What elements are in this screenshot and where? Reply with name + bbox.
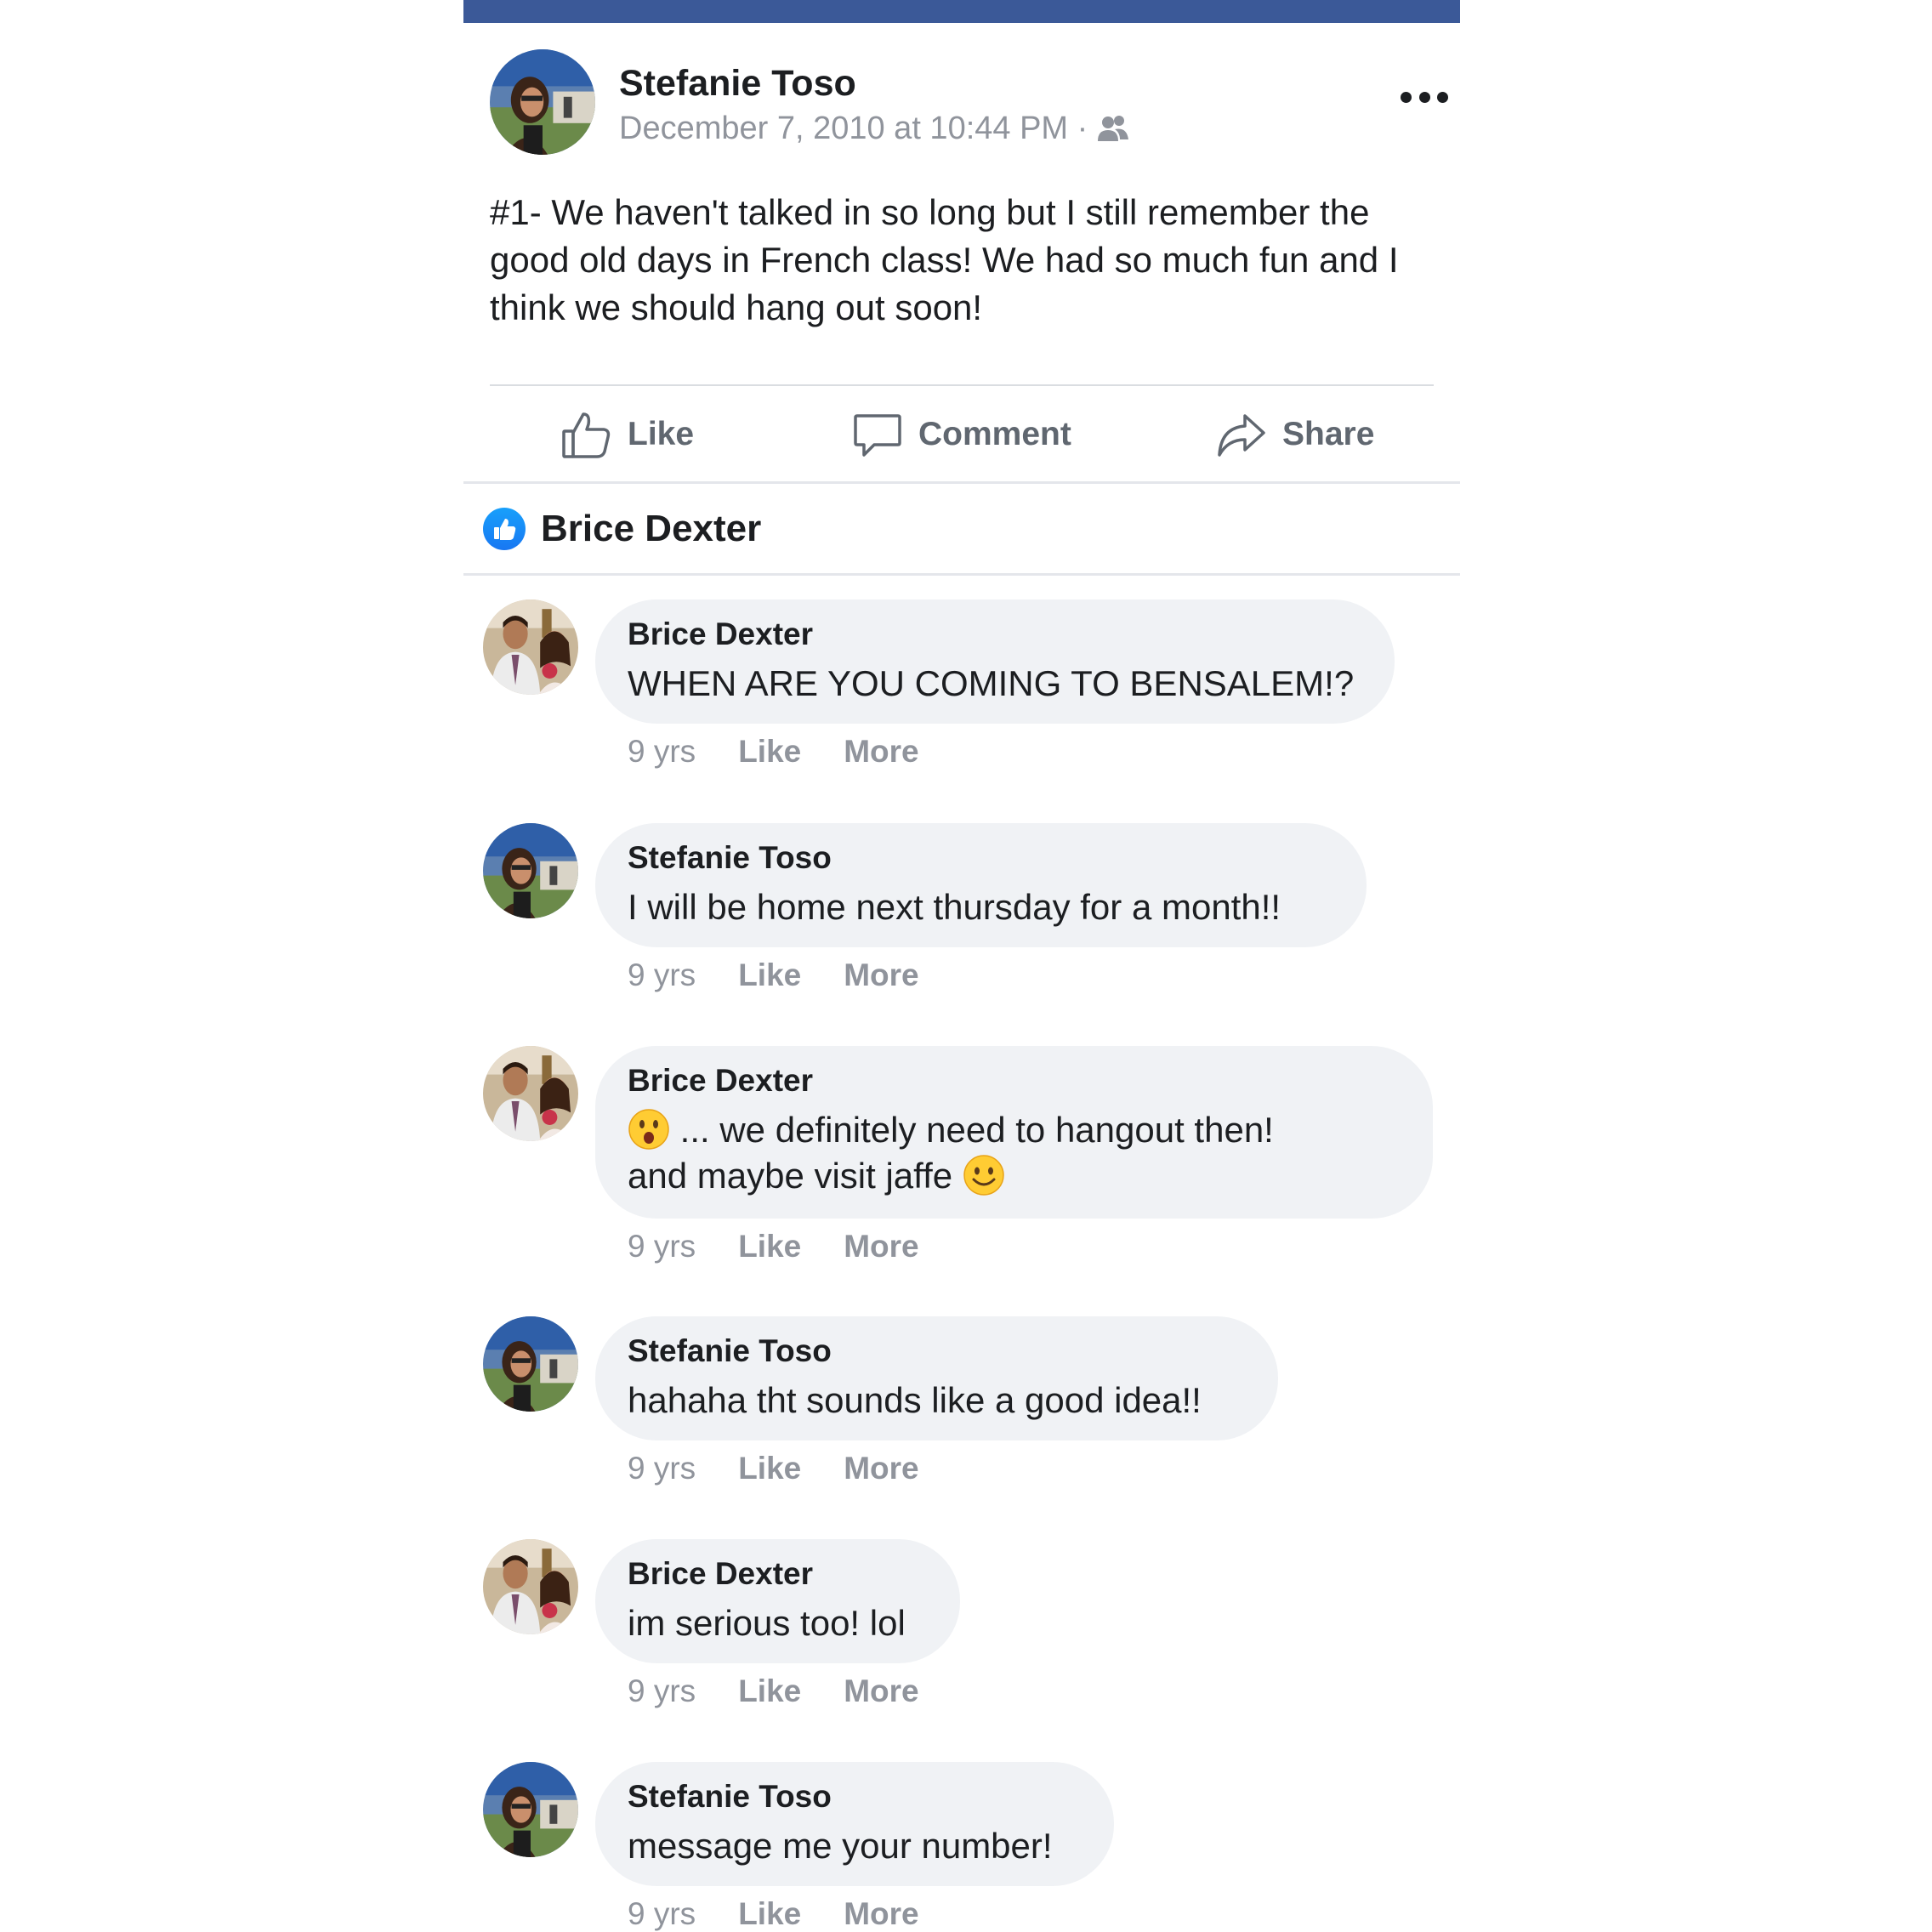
comment-more-button[interactable]: More [844,957,918,993]
comment-age[interactable]: 9 yrs [628,1451,696,1486]
comment-text-line1: ... we definitely need to hangout then! [679,1110,1274,1150]
post-author-avatar[interactable] [490,49,595,155]
like-label: Like [628,416,695,452]
comment-meta: 9 yrs Like More [628,1896,919,1932]
friends-icon [1098,115,1129,141]
comment-text: message me your number! [628,1826,1053,1866]
comment-text: ... we definitely need to hangout then! [628,1107,1401,1153]
thumbs-up-icon [562,412,611,458]
comment-more-button[interactable]: More [844,1673,918,1709]
comment-bubble: Stefanie Toso message me your number! [595,1762,1114,1886]
share-button[interactable]: Share [1216,389,1374,480]
comment-meta: 9 yrs Like More [628,1229,919,1264]
post-timestamp[interactable]: December 7, 2010 at 10:44 PM · [619,111,1088,147]
like-reaction-icon [483,508,526,550]
comment-text-continued: and maybe visit jaffe [628,1153,1401,1199]
comment-bubble: Brice Dexter ... we definitely need to h… [595,1046,1433,1219]
comment-label: Comment [918,416,1071,452]
commenter-name[interactable]: Stefanie Toso [628,1332,1246,1371]
smiling-face-icon [963,1155,1004,1196]
commenter-name[interactable]: Brice Dexter [628,1554,928,1594]
comment-text: I will be home next thursday for a month… [628,887,1281,927]
comment-more-button[interactable]: More [844,734,918,770]
comment-icon [854,414,901,457]
share-label: Share [1282,416,1375,452]
commenter-avatar[interactable] [483,823,578,918]
comment-meta: 9 yrs Like More [628,1673,919,1709]
comment-like-button[interactable]: Like [738,1229,801,1264]
comment-meta: 9 yrs Like More [628,957,919,993]
commenter-name[interactable]: Brice Dexter [628,615,1362,654]
likes-name[interactable]: Brice Dexter [541,508,761,550]
comment-age[interactable]: 9 yrs [628,1673,696,1709]
top-app-bar [463,0,1460,23]
comment-bubble: Brice Dexter im serious too! lol [595,1539,960,1663]
post-author-name[interactable]: Stefanie Toso [619,63,856,105]
comment-age[interactable]: 9 yrs [628,734,696,770]
post-header: Stefanie Toso December 7, 2010 at 10:44 … [490,49,1448,160]
surprised-face-icon [628,1109,669,1150]
commenter-avatar[interactable] [483,1046,578,1141]
comment-age[interactable]: 9 yrs [628,1229,696,1264]
comment-like-button[interactable]: Like [738,734,801,770]
post-timestamp-row: December 7, 2010 at 10:44 PM · [619,111,1130,147]
comment-like-button[interactable]: Like [738,1673,801,1709]
likes-summary[interactable]: Brice Dexter [483,502,761,556]
comment-more-button[interactable]: More [844,1896,918,1932]
post-text: #1- We haven't talked in so long but I s… [490,192,1399,327]
commenter-avatar[interactable] [483,599,578,695]
comment-bubble: Brice Dexter WHEN ARE YOU COMING TO BENS… [595,599,1395,724]
comment-age[interactable]: 9 yrs [628,1896,696,1932]
comment-more-button[interactable]: More [844,1451,918,1486]
comment-more-button[interactable]: More [844,1229,918,1264]
post-actions: Like Comment Share [463,389,1460,480]
comment-like-button[interactable]: Like [738,1451,801,1486]
comment-like-button[interactable]: Like [738,957,801,993]
comment-text: hahaha tht sounds like a good idea!! [628,1380,1202,1420]
comment-text-line2: and maybe visit jaffe [628,1156,953,1196]
like-button[interactable]: Like [561,389,694,480]
comment-text: im serious too! lol [628,1603,906,1643]
comment-meta: 9 yrs Like More [628,1451,919,1486]
divider [490,384,1434,386]
commenter-avatar[interactable] [483,1316,578,1412]
post-panel: Stefanie Toso December 7, 2010 at 10:44 … [463,0,1460,1932]
comment-button[interactable]: Comment [852,389,1071,480]
divider [463,481,1460,484]
commenter-name[interactable]: Stefanie Toso [628,838,1334,878]
comment-bubble: Stefanie Toso hahaha tht sounds like a g… [595,1316,1278,1440]
share-icon [1218,414,1265,457]
comment-bubble: Stefanie Toso I will be home next thursd… [595,823,1367,947]
comment-age[interactable]: 9 yrs [628,957,696,993]
commenter-name[interactable]: Brice Dexter [628,1061,1401,1100]
comment-meta: 9 yrs Like More [628,734,919,770]
more-options-icon[interactable] [1401,87,1448,107]
commenter-avatar[interactable] [483,1539,578,1634]
comment-text: WHEN ARE YOU COMING TO BENSALEM!? [628,663,1355,703]
commenter-avatar[interactable] [483,1762,578,1857]
commenter-name[interactable]: Stefanie Toso [628,1777,1082,1816]
comment-like-button[interactable]: Like [738,1896,801,1932]
divider [463,573,1460,576]
